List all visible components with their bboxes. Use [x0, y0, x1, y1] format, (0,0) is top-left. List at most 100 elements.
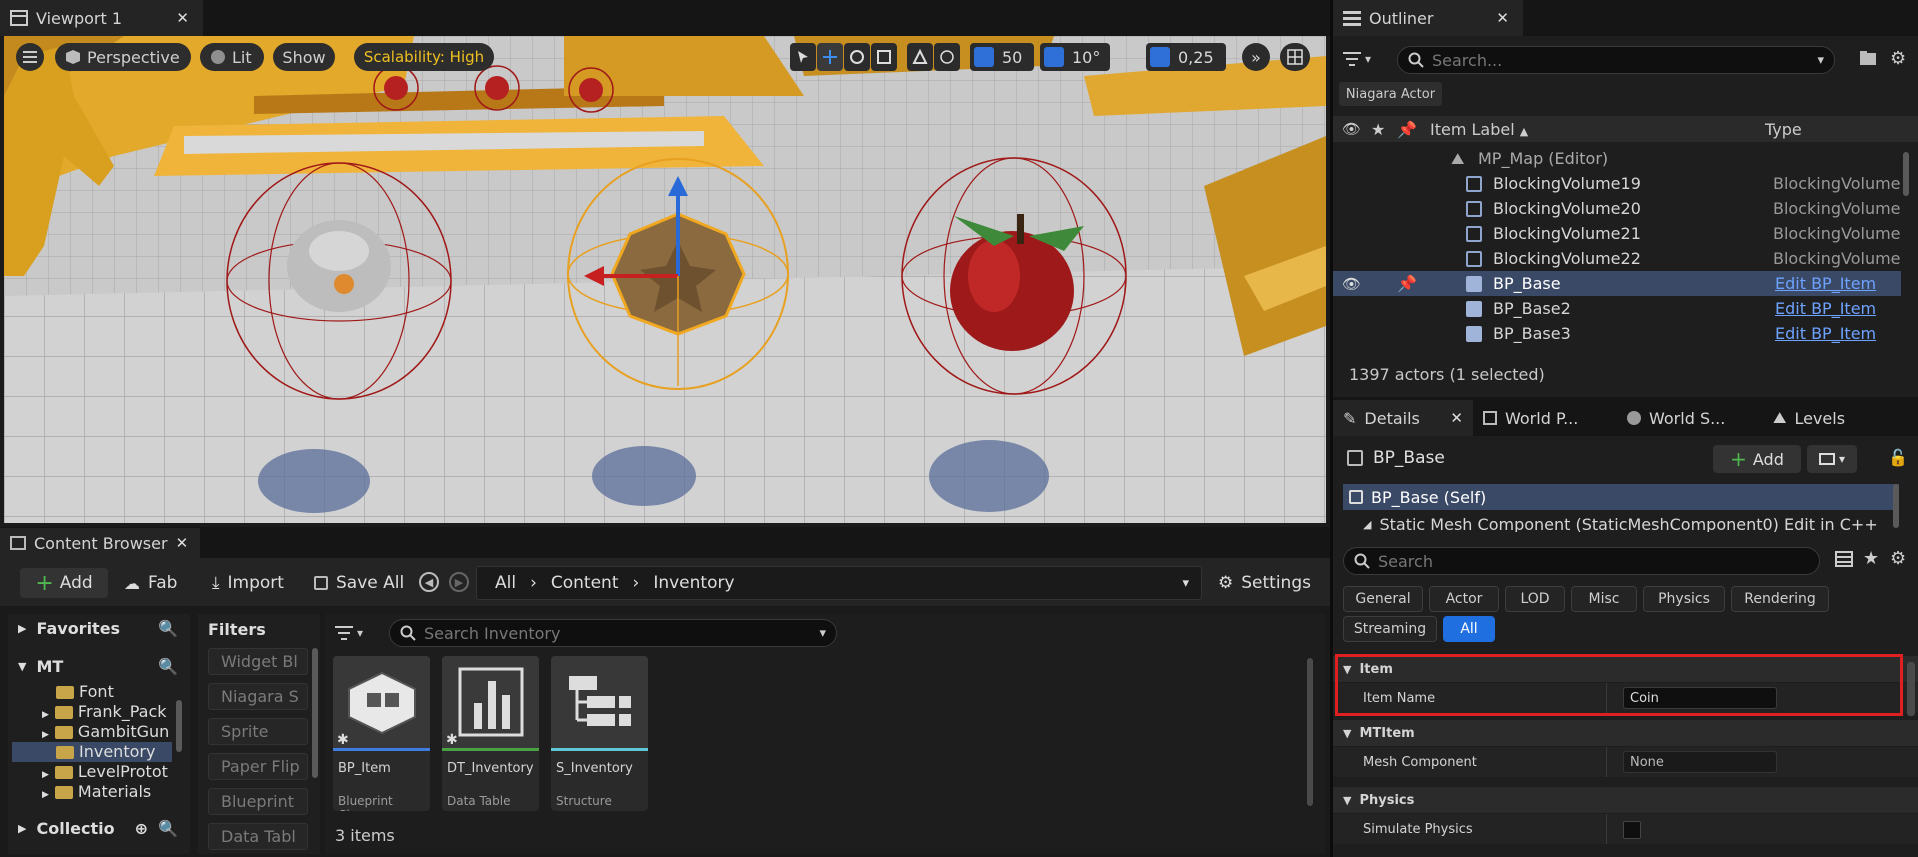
show-button[interactable]: Show	[273, 43, 335, 71]
folder-tree-scrollbar[interactable]	[176, 700, 182, 752]
edit-blueprint-link[interactable]: Edit BP_Item	[1775, 299, 1876, 318]
breadcrumb-inventory[interactable]: Inventory	[653, 573, 734, 593]
breadcrumb-all[interactable]: All	[495, 573, 516, 593]
add-component-button[interactable]: + Add	[1713, 445, 1801, 473]
outliner-row-selected[interactable]: 👁 📌 BP_Base Edit BP_Item	[1333, 271, 1901, 296]
import-button[interactable]: ⤓ Import	[212, 568, 284, 598]
niagara-filter-chip[interactable]: Niagara Actor	[1339, 82, 1442, 106]
chip-rendering[interactable]: Rendering	[1731, 586, 1829, 612]
lock-button[interactable]: 🔓	[1888, 448, 1908, 467]
component-self-row[interactable]: BP_Base (Self)	[1343, 484, 1899, 510]
viewport-tab[interactable]: Viewport 1 ✕	[0, 0, 203, 36]
translate-mode-button[interactable]	[817, 43, 843, 71]
add-collection-icon[interactable]: ⊕	[135, 819, 148, 838]
close-icon[interactable]: ✕	[176, 534, 189, 552]
history-forward-button[interactable]: ▶	[449, 572, 469, 592]
outliner-row[interactable]: BlockingVolume20 BlockingVolume	[1333, 196, 1901, 221]
asset-filter-button[interactable]: ▾	[335, 622, 363, 644]
edit-blueprint-link[interactable]: Edit BP_Item	[1775, 324, 1876, 343]
visibility-eye-icon[interactable]: 👁	[1342, 275, 1361, 293]
outliner-row[interactable]: BP_Base3 Edit BP_Item	[1333, 321, 1901, 346]
content-settings-button[interactable]: ⚙ Settings	[1218, 568, 1311, 598]
folder-item-selected[interactable]: Inventory	[12, 742, 172, 762]
asset-tile[interactable]: S_Inventory Structure	[551, 656, 648, 811]
save-all-button[interactable]: Save All	[314, 568, 404, 598]
details-settings-button[interactable]: ⚙	[1890, 548, 1906, 569]
search-icon[interactable]: 🔍	[158, 819, 178, 838]
tab-world-settings[interactable]: World S...	[1627, 400, 1725, 436]
content-browser-tab[interactable]: Content Browser ✕	[0, 528, 200, 558]
favorites-header[interactable]: ▶ Favorites 🔍	[8, 614, 190, 642]
visibility-column-icon[interactable]: 👁	[1342, 120, 1361, 138]
project-header[interactable]: ▼ MT 🔍	[8, 652, 190, 680]
details-search-input[interactable]: Search	[1343, 547, 1820, 575]
add-folder-button[interactable]	[1859, 50, 1877, 70]
outliner-tab[interactable]: Outliner ✕	[1333, 0, 1523, 36]
pin-column-icon[interactable]: 📌	[1397, 120, 1417, 139]
folder-item[interactable]: ▶ LevelProtot	[42, 762, 168, 782]
collections-header[interactable]: ▶ Collectio ⊕ 🔍	[8, 814, 190, 842]
item-label-column-header[interactable]: Item Label ▲	[1430, 120, 1528, 139]
chip-physics[interactable]: Physics	[1643, 586, 1725, 612]
filter-data-table[interactable]: Data Tabl	[208, 823, 308, 850]
surface-snap-button[interactable]	[907, 43, 933, 71]
tab-details[interactable]: ✎ Details ✕	[1333, 400, 1473, 436]
perspective-button[interactable]: Perspective	[55, 43, 191, 71]
component-scrollbar[interactable]	[1893, 484, 1899, 528]
filter-widget-blueprint[interactable]: Widget Bl	[208, 648, 308, 675]
tab-world-partition[interactable]: World P...	[1483, 400, 1578, 436]
scalability-badge[interactable]: Scalability: High	[354, 43, 494, 71]
viewport-scene[interactable]	[4, 36, 1326, 523]
folder-item[interactable]: ▶ GambitGun	[42, 722, 169, 742]
edit-blueprint-link[interactable]: Edit BP_Item	[1775, 274, 1876, 293]
history-back-button[interactable]: ◀	[419, 572, 439, 592]
filter-blueprint[interactable]: Blueprint	[208, 788, 308, 815]
pin-icon[interactable]: 📌	[1397, 274, 1417, 293]
fab-button[interactable]: ☁ Fab	[124, 568, 177, 598]
folder-item[interactable]: ▶ Frank_Pack	[42, 702, 167, 722]
chip-all[interactable]: All	[1443, 616, 1495, 642]
chip-actor[interactable]: Actor	[1429, 586, 1499, 612]
outliner-row[interactable]: BlockingVolume21 BlockingVolume	[1333, 221, 1901, 246]
asset-tile[interactable]: BP_Item Blueprint Class ✱	[333, 656, 430, 811]
outliner-settings-button[interactable]: ⚙	[1890, 48, 1906, 69]
chip-misc[interactable]: Misc	[1571, 586, 1637, 612]
outliner-row[interactable]: BP_Base2 Edit BP_Item	[1333, 296, 1901, 321]
folder-item[interactable]: ▶ Materials	[42, 782, 151, 802]
physics-section-header[interactable]: ▼ Physics	[1333, 787, 1918, 813]
more-options-button[interactable]: »	[1242, 43, 1270, 71]
star-column-icon[interactable]: ★	[1371, 120, 1385, 139]
tab-levels[interactable]: ⛰ Levels	[1773, 400, 1845, 436]
layout-button[interactable]	[1280, 43, 1310, 71]
close-icon[interactable]: ✕	[1496, 9, 1509, 27]
breadcrumb-content[interactable]: Content	[551, 573, 619, 593]
asset-search-input[interactable]: Search Inventory ▾	[389, 619, 837, 647]
outliner-scrollbar[interactable]	[1903, 152, 1909, 196]
table-view-button[interactable]	[1835, 551, 1853, 571]
close-icon[interactable]: ✕	[1450, 409, 1463, 427]
scale-snap-button[interactable]: 0,25	[1146, 43, 1226, 71]
type-column-header[interactable]: Type	[1765, 120, 1802, 139]
blueprint-options-button[interactable]: ▾	[1807, 445, 1857, 473]
filter-niagara-system[interactable]: Niagara S	[208, 683, 308, 710]
mtitem-section-header[interactable]: ▼ MTItem	[1333, 720, 1918, 746]
chip-streaming[interactable]: Streaming	[1343, 616, 1437, 642]
asset-tile[interactable]: DT_Inventory Data Table ✱	[442, 656, 539, 811]
outliner-filter-button[interactable]: ▾	[1343, 46, 1387, 72]
select-mode-button[interactable]	[790, 43, 816, 71]
rotate-mode-button[interactable]	[844, 43, 870, 71]
chip-lod[interactable]: LOD	[1505, 586, 1565, 612]
content-add-button[interactable]: + Add	[20, 568, 108, 598]
grid-snap-button[interactable]: 50	[970, 43, 1034, 71]
filter-paper-flipbook[interactable]: Paper Flip	[208, 753, 308, 780]
outliner-row[interactable]: BlockingVolume22 BlockingVolume	[1333, 246, 1901, 271]
map-row[interactable]: ⛰ MP_Map (Editor)	[1333, 146, 1901, 171]
rotation-snap-button[interactable]: 10°	[1040, 43, 1110, 71]
viewport-menu-button[interactable]	[16, 43, 44, 71]
chevron-down-icon[interactable]: ▾	[1182, 576, 1189, 591]
close-icon[interactable]: ✕	[176, 9, 189, 27]
chip-general[interactable]: General	[1343, 586, 1423, 612]
filters-scrollbar[interactable]	[312, 648, 318, 778]
scale-mode-button[interactable]	[871, 43, 897, 71]
favorites-button[interactable]: ★	[1863, 548, 1879, 569]
